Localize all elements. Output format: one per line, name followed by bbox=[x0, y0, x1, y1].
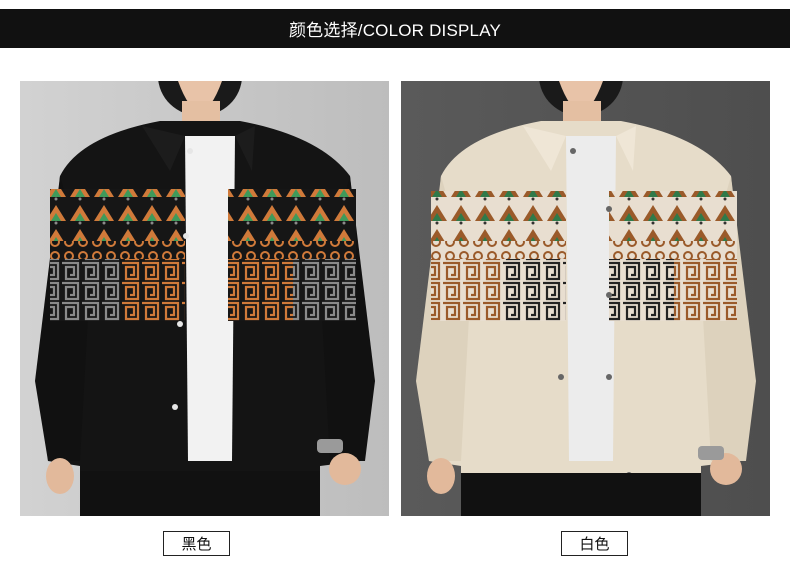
product-photo-white bbox=[401, 81, 770, 516]
black-cardigan-image bbox=[20, 81, 389, 516]
white-cardigan-image bbox=[401, 81, 770, 516]
product-photo-black bbox=[20, 81, 389, 516]
section-title-banner: 颜色选择/COLOR DISPLAY bbox=[0, 9, 790, 48]
section-title: 颜色选择/COLOR DISPLAY bbox=[288, 21, 502, 40]
color-option-black: 黑色 bbox=[163, 531, 230, 556]
color-option-white-label: 白色 bbox=[579, 536, 610, 553]
color-option-white: 白色 bbox=[561, 531, 628, 556]
color-option-black-label: 黑色 bbox=[181, 536, 212, 553]
